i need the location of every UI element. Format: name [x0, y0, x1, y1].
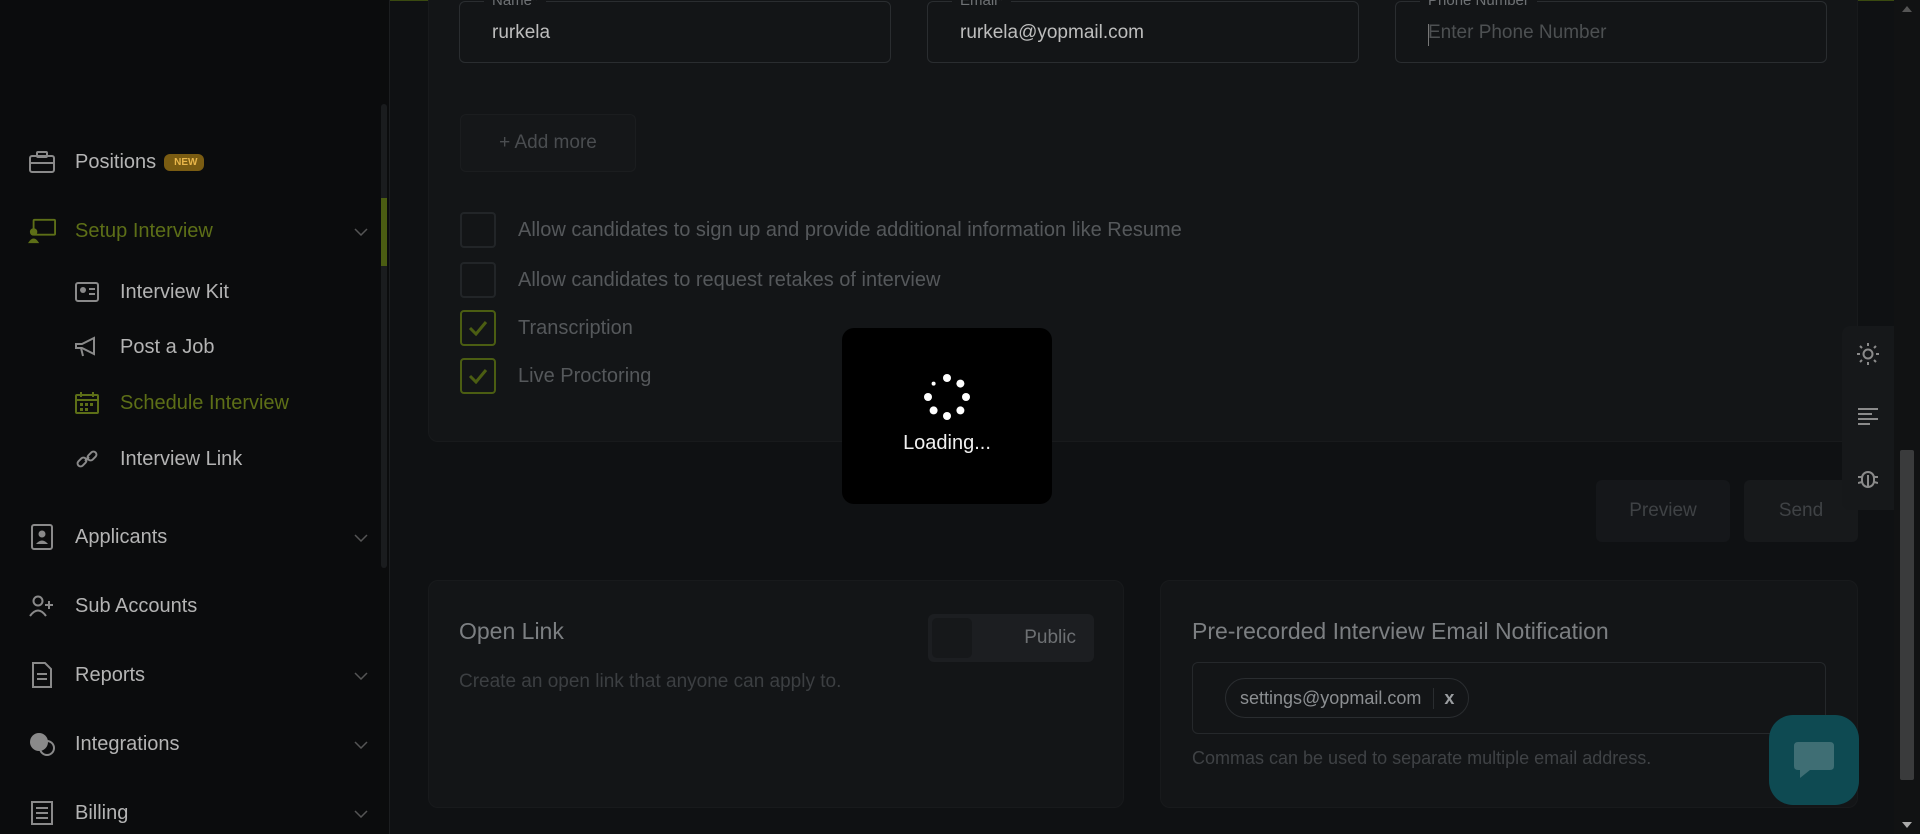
phone-field-label: Phone Number	[1420, 0, 1537, 9]
sidebar-item-label: Integrations	[75, 732, 180, 755]
sidebar-item-interview-kit[interactable]: Interview Kit	[74, 274, 229, 310]
signup-checkbox[interactable]	[460, 212, 496, 248]
phone-field-placeholder: Enter Phone Number	[1428, 22, 1607, 43]
sidebar-item-label: Applicants	[75, 525, 168, 548]
name-field[interactable]: Name* rurkela	[459, 0, 891, 63]
toggle-knob	[932, 618, 972, 658]
option-label: Allow candidates to request retakes of i…	[518, 268, 941, 291]
chevron-down-icon	[354, 529, 368, 547]
sidebar-item-label: Positions	[75, 150, 157, 173]
option-label: Allow candidates to sign up and provide …	[518, 218, 1182, 241]
scroll-down-arrow[interactable]	[1902, 822, 1912, 828]
side-tool-panel	[1842, 326, 1894, 510]
sidebar-item-label: Setup Interview	[75, 219, 213, 242]
sidebar-active-indicator	[381, 198, 387, 266]
email-field-label: Email*	[952, 0, 1012, 9]
sidebar-item-setup-interview[interactable]: Setup Interview	[28, 211, 368, 251]
option-live-proctoring[interactable]: Live Proctoring	[460, 358, 651, 394]
retakes-checkbox[interactable]	[460, 262, 496, 298]
send-button[interactable]: Send	[1744, 480, 1858, 542]
preview-button[interactable]: Preview	[1596, 480, 1730, 542]
option-signup[interactable]: Allow candidates to sign up and provide …	[460, 212, 1182, 248]
name-field-label: Name*	[484, 0, 546, 9]
toggle-label: Public	[1024, 627, 1076, 648]
sidebar-item-positions[interactable]: Positions NEW	[28, 142, 368, 182]
add-more-button[interactable]: + Add more	[460, 114, 636, 172]
briefcase-icon	[28, 148, 56, 176]
notification-email-input[interactable]: settings@yopmail.com x	[1192, 662, 1826, 734]
chevron-down-icon	[354, 223, 368, 241]
sidebar-item-sub-accounts[interactable]: Sub Accounts	[28, 586, 368, 626]
sidebar-item-interview-link[interactable]: Interview Link	[74, 441, 242, 477]
scrollbar-thumb[interactable]	[1900, 450, 1914, 780]
email-field[interactable]: Email* rurkela@yopmail.com	[927, 0, 1359, 63]
loading-text: Loading...	[903, 432, 991, 454]
phone-field[interactable]: Phone Number Enter Phone Number	[1395, 0, 1827, 63]
chat-bubbles-icon	[28, 730, 56, 758]
add-user-icon	[28, 592, 56, 620]
sidebar-item-applicants[interactable]: Applicants	[28, 517, 368, 557]
sidebar-item-billing[interactable]: Billing	[28, 793, 368, 833]
open-link-title: Open Link	[459, 618, 564, 644]
option-transcription[interactable]: Transcription	[460, 310, 633, 346]
email-chip-label: settings@yopmail.com	[1240, 687, 1422, 708]
option-retakes[interactable]: Allow candidates to request retakes of i…	[460, 262, 940, 298]
bug-icon[interactable]	[1854, 464, 1882, 492]
applicant-icon	[28, 523, 56, 551]
sidebar-item-schedule-interview[interactable]: Schedule Interview	[74, 385, 289, 421]
live-proctoring-checkbox[interactable]	[460, 358, 496, 394]
sidebar-item-label: Reports	[75, 663, 146, 686]
chat-widget-button[interactable]	[1769, 715, 1859, 805]
page-scrollbar[interactable]	[1894, 0, 1920, 834]
name-field-value: rurkela	[492, 22, 551, 43]
option-label: Transcription	[518, 316, 633, 339]
transcription-checkbox[interactable]	[460, 310, 496, 346]
chat-icon	[1794, 742, 1834, 778]
sidebar-item-label: Post a Job	[120, 335, 215, 358]
email-notification-title: Pre-recorded Interview Email Notificatio…	[1192, 618, 1609, 644]
loading-overlay: Loading...	[842, 328, 1052, 504]
sidebar-item-integrations[interactable]: Integrations	[28, 724, 368, 764]
checkmark-icon	[468, 369, 488, 384]
checkmark-icon	[468, 321, 488, 336]
remove-email-button[interactable]: x	[1433, 687, 1454, 709]
sidebar: Positions NEW Setup Interview Interview …	[0, 0, 390, 834]
report-icon	[28, 661, 56, 689]
email-field-value: rurkela@yopmail.com	[960, 22, 1145, 43]
sidebar-item-label: Billing	[75, 801, 129, 824]
email-hint: Commas can be used to separate multiple …	[1192, 748, 1652, 768]
billing-icon	[28, 799, 56, 827]
open-link-description: Create an open link that anyone can appl…	[459, 671, 842, 692]
new-badge: NEW	[164, 153, 204, 171]
chevron-down-icon	[354, 805, 368, 823]
calendar-icon	[74, 390, 100, 416]
sidebar-item-label: Interview Link	[120, 447, 243, 470]
sidebar-item-post-a-job[interactable]: Post a Job	[74, 329, 215, 365]
presentation-icon	[28, 217, 56, 245]
public-toggle[interactable]: Public	[928, 614, 1094, 662]
sidebar-scrollbar[interactable]	[381, 104, 387, 568]
chevron-down-icon	[354, 667, 368, 685]
sidebar-item-label: Sub Accounts	[75, 594, 198, 617]
chevron-down-icon	[354, 736, 368, 754]
spinner-icon	[924, 374, 970, 420]
option-label: Live Proctoring	[518, 364, 652, 387]
link-icon	[74, 446, 100, 472]
id-card-icon	[74, 279, 100, 305]
sidebar-item-label: Schedule Interview	[120, 391, 289, 414]
align-left-icon[interactable]	[1854, 402, 1882, 430]
sidebar-item-reports[interactable]: Reports	[28, 655, 368, 695]
email-chip: settings@yopmail.com x	[1225, 678, 1470, 718]
megaphone-icon	[74, 334, 100, 360]
sun-icon[interactable]	[1854, 340, 1882, 368]
scroll-up-arrow[interactable]	[1902, 6, 1912, 12]
sidebar-item-label: Interview Kit	[120, 280, 229, 303]
